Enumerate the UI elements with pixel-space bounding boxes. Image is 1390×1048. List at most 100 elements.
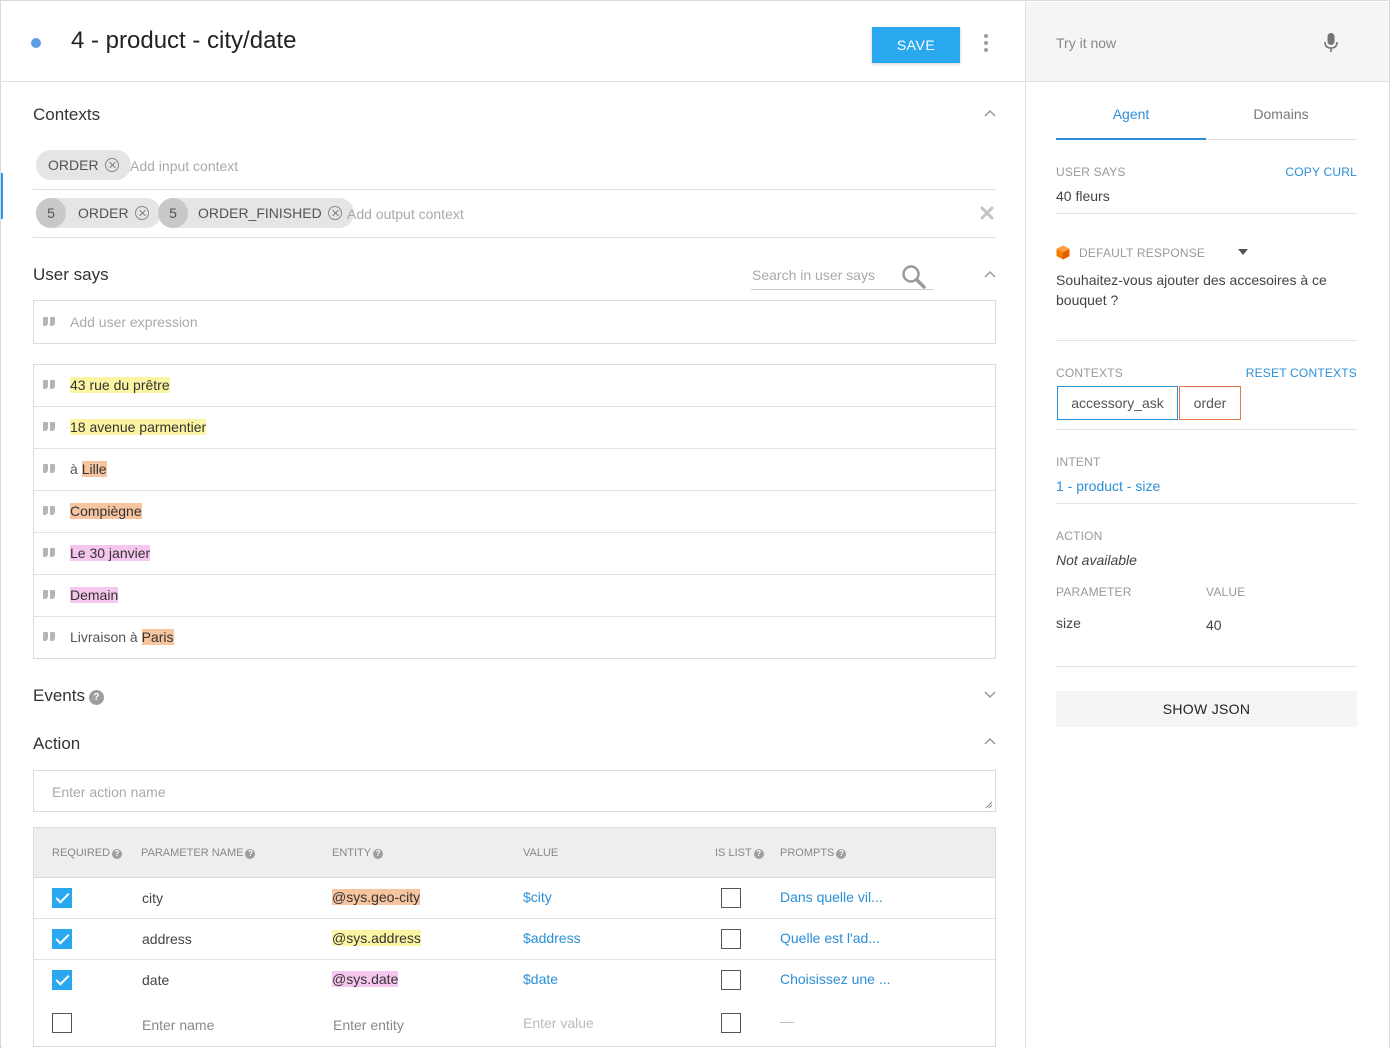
add-user-expression-input[interactable]: Add user expression	[33, 300, 996, 344]
chevron-down-icon[interactable]	[983, 689, 997, 699]
parameter-name[interactable]: address	[142, 931, 192, 947]
entity-cell[interactable]: @sys.geo-city	[332, 889, 421, 905]
test-console: Try it now Agent Domains USER SAYS COPY …	[1025, 2, 1389, 1048]
remove-chip-icon[interactable]	[327, 206, 342, 220]
add-output-context-field[interactable]: Add output context	[347, 206, 464, 222]
priority-dot[interactable]	[31, 38, 41, 48]
add-input-context-field[interactable]: Add input context	[130, 158, 238, 174]
microphone-icon[interactable]	[1324, 32, 1338, 54]
value-cell[interactable]: $address	[523, 930, 581, 946]
more-vert-icon[interactable]	[978, 32, 994, 56]
help-icon[interactable]: ?	[836, 849, 847, 859]
chevron-up-icon[interactable]	[983, 270, 997, 280]
help-icon[interactable]: ?	[753, 849, 764, 859]
prompt-link[interactable]: Quelle est l'ad...	[780, 930, 880, 946]
parameter-name-input[interactable]: Enter name	[142, 1017, 214, 1033]
user-says-item[interactable]: Demain	[34, 575, 995, 617]
annotated-entity[interactable]: 18 avenue parmentier	[70, 419, 207, 435]
chip-label: ORDER	[48, 157, 99, 173]
resize-grip-icon[interactable]	[985, 801, 993, 809]
user-says-item[interactable]: à Lille	[34, 449, 995, 491]
output-context-chip-order[interactable]: 5 ORDER	[36, 198, 161, 228]
action-name-input[interactable]: Enter action name	[33, 770, 996, 812]
chevron-up-icon[interactable]	[983, 737, 997, 747]
events-title-text: Events	[33, 686, 85, 705]
required-checkbox[interactable]	[52, 970, 72, 990]
parameter-name[interactable]: date	[142, 972, 169, 988]
value-column-label: VALUE	[1206, 585, 1246, 599]
expression-text[interactable]: Livraison à Paris	[70, 629, 174, 645]
annotated-entity[interactable]: Le 30 janvier	[70, 545, 151, 561]
reset-contexts-link[interactable]: RESET CONTEXTS	[1246, 366, 1357, 380]
tab-domains[interactable]: Domains	[1206, 106, 1356, 122]
quote-icon	[43, 380, 57, 392]
annotated-entity[interactable]: 43 rue du prêtre	[70, 377, 170, 393]
annotated-entity[interactable]: Paris	[141, 629, 174, 645]
is-list-checkbox[interactable]	[721, 929, 741, 949]
col-is-list: IS LIST?	[715, 847, 764, 859]
tab-agent[interactable]: Agent	[1056, 106, 1206, 122]
user-says-item[interactable]: Compiègne	[34, 491, 995, 533]
col-entity: ENTITY?	[332, 847, 384, 859]
prompt-link[interactable]: Dans quelle vil...	[780, 889, 883, 905]
lifespan-badge[interactable]: 5	[158, 198, 188, 228]
help-icon[interactable]: ?	[88, 690, 104, 705]
search-icon[interactable]	[901, 264, 927, 290]
user-says-item[interactable]: Le 30 janvier	[34, 533, 995, 575]
required-checkbox[interactable]	[52, 1013, 72, 1033]
parameter-name: size	[1056, 615, 1081, 631]
divider	[1056, 666, 1357, 667]
value-cell[interactable]: $city	[523, 889, 552, 905]
try-it-now-input[interactable]: Try it now	[1026, 2, 1389, 82]
intent-editor: 4 - product - city/date SAVE Contexts OR…	[2, 2, 1025, 1048]
chevron-up-icon[interactable]	[983, 109, 997, 119]
copy-curl-link[interactable]: COPY CURL	[1285, 165, 1357, 179]
entity-input[interactable]: Enter entity	[333, 1017, 404, 1033]
help-icon[interactable]: ?	[112, 849, 123, 859]
value-cell[interactable]: $date	[523, 971, 558, 987]
output-contexts-row: 5 ORDER 5 ORDER_FINISHED Add output cont…	[33, 190, 996, 238]
help-icon[interactable]: ?	[245, 849, 256, 859]
parameter-name[interactable]: city	[142, 890, 163, 906]
intent-link[interactable]: 1 - product - size	[1056, 478, 1160, 494]
expression-text[interactable]: Le 30 janvier	[70, 545, 151, 561]
expression-text[interactable]: 43 rue du prêtre	[70, 377, 170, 393]
annotated-entity[interactable]: Demain	[70, 587, 119, 603]
quote-icon	[43, 317, 57, 329]
user-says-item[interactable]: Livraison à Paris	[34, 617, 995, 659]
chip-label: ORDER	[78, 205, 129, 221]
annotated-entity[interactable]: Lille	[81, 461, 107, 477]
is-list-checkbox[interactable]	[721, 888, 741, 908]
is-list-checkbox[interactable]	[721, 970, 741, 990]
context-chip-order[interactable]: order	[1179, 386, 1241, 420]
expression-text[interactable]: Compiègne	[70, 503, 142, 519]
input-context-chip-order[interactable]: ORDER	[36, 150, 131, 180]
user-says-item[interactable]: 43 rue du prêtre	[34, 365, 995, 407]
lifespan-badge[interactable]: 5	[36, 198, 66, 228]
entity-cell[interactable]: @sys.date	[332, 971, 399, 987]
is-list-checkbox[interactable]	[721, 1013, 741, 1033]
expression-text[interactable]: à Lille	[70, 461, 107, 477]
prompt-link[interactable]: Choisissez une ...	[780, 971, 891, 987]
col-required: REQUIRED?	[52, 847, 123, 859]
required-checkbox[interactable]	[52, 888, 72, 908]
save-button[interactable]: SAVE	[872, 27, 960, 63]
intent-title[interactable]: 4 - product - city/date	[71, 27, 296, 55]
contexts-section-title: Contexts	[33, 105, 101, 124]
value-input[interactable]: Enter value	[523, 1015, 594, 1031]
remove-chip-icon[interactable]	[104, 158, 119, 172]
output-context-chip-order-finished[interactable]: 5 ORDER_FINISHED	[158, 198, 354, 228]
dropdown-caret-icon[interactable]	[1238, 249, 1248, 255]
show-json-button[interactable]: SHOW JSON	[1056, 691, 1357, 727]
remove-chip-icon[interactable]	[134, 206, 149, 220]
help-icon[interactable]: ?	[373, 849, 384, 859]
action-section-title: Action	[33, 734, 81, 753]
context-chip-accessory-ask[interactable]: accessory_ask	[1057, 386, 1178, 420]
user-says-item[interactable]: 18 avenue parmentier	[34, 407, 995, 449]
entity-cell[interactable]: @sys.address	[332, 930, 421, 946]
required-checkbox[interactable]	[52, 929, 72, 949]
clear-contexts-icon[interactable]	[979, 205, 995, 221]
expression-text[interactable]: 18 avenue parmentier	[70, 419, 207, 435]
expression-text[interactable]: Demain	[70, 587, 119, 603]
annotated-entity[interactable]: Compiègne	[70, 503, 142, 519]
